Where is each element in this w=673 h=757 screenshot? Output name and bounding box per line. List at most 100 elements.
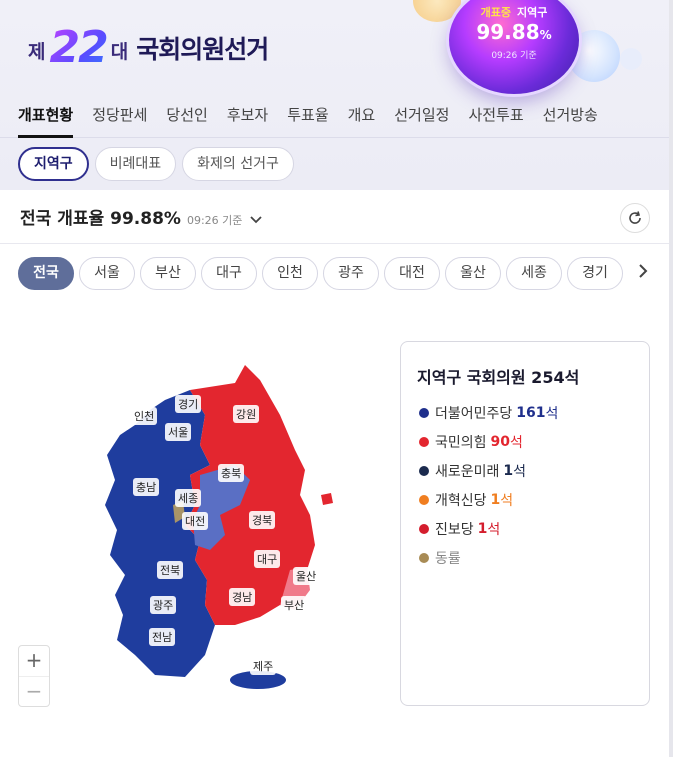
section-divider [0,243,670,244]
party-seats-unit: 석 [545,406,559,422]
party-color-dot [419,553,429,563]
party-seats-unit: 석 [500,493,514,509]
refresh-button[interactable] [620,203,650,233]
region-chip-sejong[interactable]: 세종 [506,257,562,290]
region-chip-daegu[interactable]: 대구 [201,257,257,290]
rate-unit: % [163,209,181,229]
region-chip-national[interactable]: 전국 [18,257,74,290]
party-name: 개혁신당 [435,493,487,509]
party-seats-value: 161 [516,405,546,421]
rate-number: 99.88 [110,209,164,229]
map-label-ulsan: 울산 [293,567,320,585]
nav-tab-counting[interactable]: 개표현황 [18,96,74,138]
nav-tab-schedule[interactable]: 선거일정 [394,96,449,138]
nav-tab-turnout[interactable]: 투표율 [287,96,328,138]
map-label-chungnam: 충남 [133,478,160,496]
national-count-rate[interactable]: 전국 개표율 99.88% 09:26 기준 [20,204,263,229]
chevron-down-icon[interactable] [250,213,263,227]
party-seats-value: 1 [477,521,488,537]
party-color-dot [419,437,429,447]
party-seats-value: 1 [503,463,514,479]
party-color-dot [419,495,429,505]
region-chip-ulsan[interactable]: 울산 [445,257,501,290]
rate-label: 전국 개표율 [20,209,105,229]
party-seats-unit: 석 [510,435,523,451]
counting-status-badge[interactable]: 개표중 지역구 99.88% 09:26 기준 [449,0,579,94]
party-color-dot [419,408,429,418]
subtab-district[interactable]: 지역구 [18,147,89,181]
nav-tab-party-outlook[interactable]: 정당판세 [92,96,147,138]
map-label-seoul: 서울 [165,423,192,441]
logo-prefix: 제 [28,41,46,63]
election-logo[interactable]: 제 22 대 국회의원선거 [28,14,269,74]
map-label-incheon: 인천 [131,407,158,425]
refresh-icon [629,211,641,224]
sub-tabs: 지역구 비례대표 화제의 선거구 [18,147,294,181]
region-chip-gwangju[interactable]: 광주 [323,257,379,290]
party-name: 동률 [435,551,461,567]
logo-number: 22 [49,22,108,73]
zoom-out-button[interactable]: − [19,676,49,706]
badge-live-label: 개표중 [480,6,511,19]
badge-percent-value: 99.88 [476,20,540,44]
badge-status: 개표중 지역구 [449,4,579,20]
nav-tab-overview[interactable]: 개요 [348,96,376,138]
map-label-daegu: 대구 [254,550,281,568]
party-seats-value: 90 [490,434,511,450]
subtab-proportional[interactable]: 비례대표 [94,147,177,181]
chevron-right-icon[interactable] [638,262,648,283]
legend-row: 개혁신당 1석 [419,489,513,511]
korea-election-map[interactable]: 인천 경기 서울 강원 충북 충남 세종 대전 경북 대구 전북 울산 광주 부… [95,355,355,700]
party-name: 국민의힘 [435,435,487,451]
map-label-gangwon: 강원 [233,405,260,423]
legend-row: 국민의힘 90 석 [419,431,523,453]
rate-value: 99.88% [110,209,181,229]
map-label-gwangju: 광주 [150,596,177,614]
map-label-gyeonggi: 경기 [175,395,202,413]
badge-percent: 99.88% [449,20,579,44]
party-seats-value: 1 [490,492,501,508]
region-chip-seoul[interactable]: 서울 [79,257,135,290]
party-seats-unit: 석 [487,522,501,538]
badge-percent-unit: % [539,28,552,42]
map-label-jeonnam: 전남 [149,628,176,646]
decorative-orb [620,48,642,70]
logo-title: 국회의원선거 [136,35,269,64]
party-seats: 1 [491,492,501,508]
party-name: 진보당 [435,522,474,538]
region-chip-busan[interactable]: 부산 [140,257,196,290]
party-name: 더불어민주당 [435,406,513,422]
region-filter: 전국 서울 부산 대구 인천 광주 대전 울산 세종 경기 [18,257,626,291]
nav-tab-candidates[interactable]: 후보자 [227,96,268,138]
map-label-jeonbuk: 전북 [157,561,184,579]
badge-scope-label: 지역구 [517,6,548,19]
map-label-gyeongnam: 경남 [229,588,256,606]
party-seats: 1 [503,463,513,479]
election-header: 제 22 대 국회의원선거 개표중 지역구 99.88% 09:26 기준 개표현… [0,0,670,190]
legend-title: 지역구 국회의원 254석 [417,368,580,387]
nav-tab-winners[interactable]: 당선인 [166,96,207,138]
scrollbar[interactable] [669,0,673,757]
map-label-sejong: 세종 [175,489,202,507]
map-label-busan: 부산 [281,596,308,614]
rate-time: 09:26 기준 [186,214,243,227]
region-chip-daejeon[interactable]: 대전 [384,257,440,290]
nav-tab-early-voting[interactable]: 사전투표 [468,96,523,138]
badge-time: 09:26 기준 [491,51,537,61]
party-color-dot [419,524,429,534]
party-seats-unit: 석 [513,464,527,480]
map-zoom-control: + − [18,645,50,707]
region-chip-gyeonggi[interactable]: 경기 [567,257,623,290]
map-region-ulleungdo [321,493,333,505]
party-seats: 1 [478,521,488,537]
map-label-jeju: 제주 [250,657,277,675]
legend-row: 새로운미래 1석 [419,460,526,482]
nav-tab-broadcast[interactable]: 선거방송 [543,96,598,138]
map-label-chungbuk: 충북 [218,464,245,482]
logo-suffix: 대 [110,41,129,63]
subtab-hot-districts[interactable]: 화제의 선거구 [182,147,294,181]
region-chip-incheon[interactable]: 인천 [262,257,318,290]
seats-legend: 지역구 국회의원 254석 더불어민주당 161 석 국민의힘 90 석 새로운미래… [400,341,650,706]
zoom-in-button[interactable]: + [19,646,49,676]
party-seats: 90 [491,434,510,450]
